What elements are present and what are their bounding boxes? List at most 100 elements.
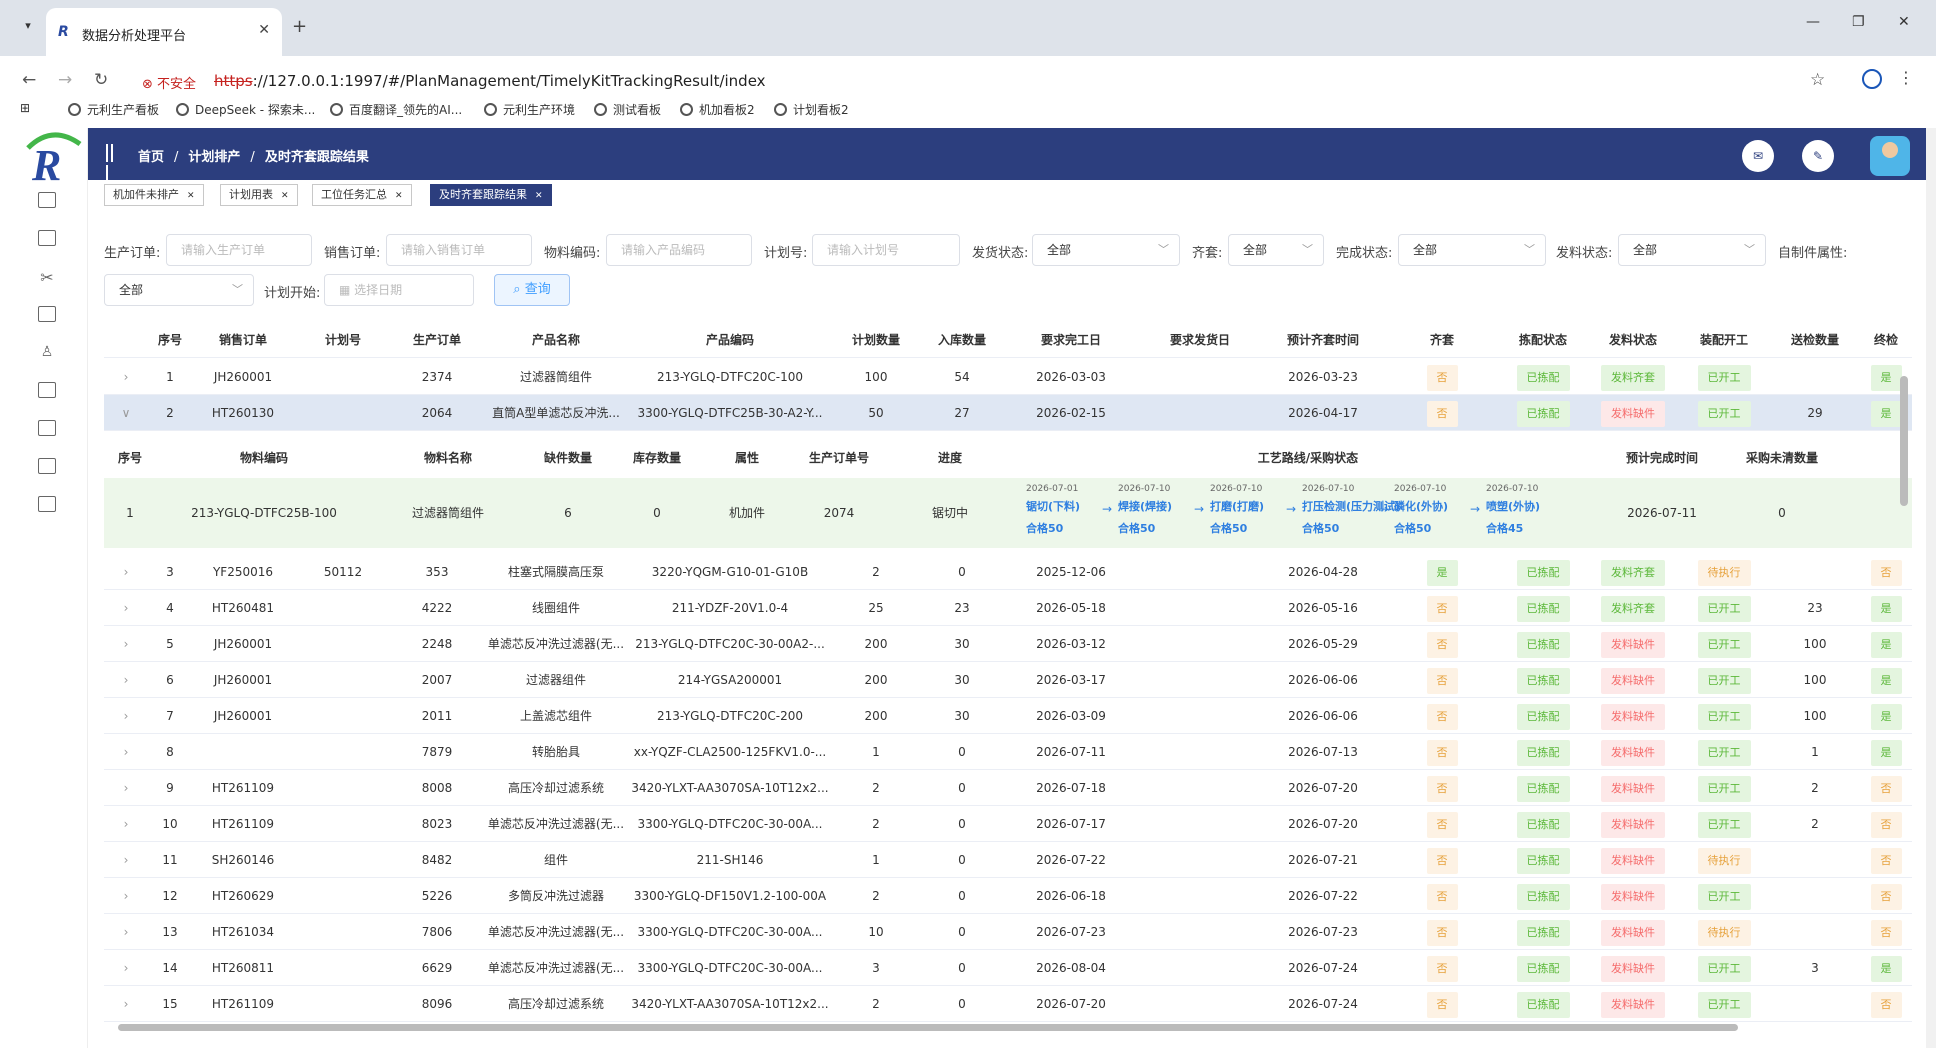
bookmark-item[interactable]: 机加看板2: [680, 101, 755, 118]
process-step[interactable]: 2026-07-10 打磨(打磨) 合格50 →: [1194, 478, 1296, 536]
expand-chevron-icon[interactable]: ∨: [104, 395, 148, 431]
table-vertical-scrollbar[interactable]: [1900, 376, 1908, 506]
bookmark-item[interactable]: 元利生产看板: [68, 101, 159, 118]
tag-item[interactable]: 工位任务汇总 ✕: [312, 184, 412, 206]
document-search-icon[interactable]: [38, 230, 56, 246]
breadcrumb-home[interactable]: 首页: [138, 150, 164, 165]
process-step[interactable]: 2026-07-01 锯切(下料) 合格50: [1026, 478, 1112, 536]
table-row[interactable]: › 12 HT260629 5226 多筒反冲洗过滤器 3300-YGLQ-DF150V1…: [104, 878, 1912, 914]
apps-grid-icon[interactable]: ⊞: [20, 101, 30, 115]
table-row[interactable]: › 1 JH260001 2374 过滤器筒组件 213-YGLQ-DTFC20C-100…: [104, 359, 1912, 395]
table-row[interactable]: › 10 HT261109 8023 单滤芯反冲洗过滤器(无... 3300-YGLQ-D…: [104, 806, 1912, 842]
not-secure-badge[interactable]: ⊗ 不安全: [142, 73, 196, 92]
bookmark-item[interactable]: 元利生产环境: [484, 101, 575, 118]
table-row[interactable]: › 15 HT261109 8096 高压冷却过滤系统 3420-YLXT-AA3070S…: [104, 986, 1912, 1022]
done-status-value: 全部: [1413, 243, 1438, 257]
minimize-icon[interactable]: —: [1806, 14, 1820, 30]
tag-item[interactable]: 计划用表 ✕: [220, 184, 298, 206]
bookmark-item[interactable]: 计划看板2: [774, 101, 849, 118]
calendar-icon[interactable]: [38, 496, 56, 512]
breadcrumb-plan[interactable]: 计划排产: [188, 150, 240, 165]
process-step[interactable]: 2026-07-10 焊接(焊接) 合格50 →: [1102, 478, 1204, 536]
detail-row[interactable]: 1 213-YGLQ-DTFC25B-100 过滤器筒组件 6 0 机加件 2074 锯切中 2…: [104, 478, 1912, 548]
table-row[interactable]: › 6 JH260001 2007 过滤器组件 214-YGSA200001 200 30 20…: [104, 662, 1912, 698]
tab-search-chevron-icon[interactable]: ▾: [16, 14, 40, 38]
plan-no-input[interactable]: 请输入计划号: [812, 234, 960, 266]
expand-chevron-icon[interactable]: ›: [104, 770, 148, 806]
edit-icon[interactable]: ✎: [1802, 140, 1834, 172]
table-row[interactable]: › 9 HT261109 8008 高压冷却过滤系统 3420-YLXT-AA3070SA…: [104, 770, 1912, 806]
done-status-select[interactable]: 全部 ﹀: [1398, 234, 1546, 266]
maximize-icon[interactable]: ❐: [1852, 14, 1865, 30]
table-row[interactable]: › 3 YF250016 50112 353 柱塞式隔膜高压泵 3220-YQGM-G10-…: [104, 554, 1912, 590]
expand-chevron-icon[interactable]: ›: [104, 878, 148, 914]
more-menu-icon[interactable]: ⋮: [1898, 68, 1914, 87]
report-icon[interactable]: [38, 420, 56, 436]
issue-status-select[interactable]: 全部 ﹀: [1618, 234, 1766, 266]
table-row[interactable]: › 5 JH260001 2248 单滤芯反冲洗过滤器(无... 213-YGLQ-DTF…: [104, 626, 1912, 662]
table-row[interactable]: ∨ 2 HT260130 2064 直筒A型单滤芯反冲洗... 3300-YGLQ-DTF…: [104, 395, 1912, 431]
process-step[interactable]: 2026-07-10 喷塑(外协) 合格45 →: [1470, 478, 1572, 536]
process-step[interactable]: 2026-07-10 打压检测(压力测试) 合格50 →: [1286, 478, 1400, 536]
bookmark-star-icon[interactable]: ☆: [1810, 70, 1825, 90]
table-row[interactable]: › 8 7879 转胎胎具 xx-YQZF-CLA2500-125FKV1.0-... 1…: [104, 734, 1912, 770]
expand-chevron-icon[interactable]: ›: [104, 698, 148, 734]
expand-chevron-icon[interactable]: ›: [104, 734, 148, 770]
profile-icon[interactable]: [1862, 69, 1882, 89]
process-step[interactable]: 2026-07-10 磷化(外协) 合格50 →: [1378, 478, 1480, 536]
mail-icon[interactable]: ✉: [1742, 140, 1774, 172]
user-avatar[interactable]: [1870, 136, 1910, 176]
svg-text:R: R: [31, 141, 61, 182]
reload-icon[interactable]: ↻: [94, 70, 108, 90]
bookmark-item[interactable]: 百度翻译_领先的AI...: [330, 101, 462, 118]
window-close-icon[interactable]: ✕: [1898, 14, 1910, 30]
table-row[interactable]: › 7 JH260001 2011 上盖滤芯组件 213-YGLQ-DTFC20C-200…: [104, 698, 1912, 734]
tag-close-icon[interactable]: ✕: [535, 191, 543, 201]
expand-chevron-icon[interactable]: ›: [104, 626, 148, 662]
query-button[interactable]: ⌕ 查询: [494, 274, 570, 306]
expand-chevron-icon[interactable]: ›: [104, 590, 148, 626]
kit-select[interactable]: 全部 ﹀: [1228, 234, 1324, 266]
tab-close-icon[interactable]: ✕: [258, 22, 270, 38]
expand-chevron-icon[interactable]: ›: [104, 842, 148, 878]
back-icon[interactable]: ←: [22, 70, 36, 90]
forward-icon[interactable]: →: [58, 70, 72, 90]
page-scrollbar[interactable]: [1926, 128, 1936, 1048]
expand-chevron-icon[interactable]: ›: [104, 914, 148, 950]
printer-icon[interactable]: [38, 382, 56, 398]
monitor-icon[interactable]: [38, 192, 56, 208]
bookmark-item[interactable]: 测试看板: [594, 101, 661, 118]
new-tab-plus-icon[interactable]: +: [292, 16, 307, 37]
url-text[interactable]: https://127.0.0.1:1997/#/PlanManagement/…: [214, 72, 766, 90]
tag-item-active[interactable]: 及时齐套跟踪结果 ✕: [430, 184, 552, 206]
tag-close-icon[interactable]: ✕: [281, 191, 289, 201]
ship-status-select[interactable]: 全部 ﹀: [1032, 234, 1180, 266]
sales-order-input[interactable]: 请输入销售订单: [386, 234, 532, 266]
self-made-select[interactable]: 全部 ﹀: [104, 274, 254, 306]
tag-close-icon[interactable]: ✕: [187, 191, 195, 201]
tag-item[interactable]: 机加件未排产 ✕: [104, 184, 204, 206]
table-row[interactable]: › 14 HT260811 6629 单滤芯反冲洗过滤器(无... 3300-YGLQ-D…: [104, 950, 1912, 986]
expand-chevron-icon[interactable]: ›: [104, 806, 148, 842]
table-row[interactable]: › 4 HT260481 4222 线圈组件 211-YDZF-20V1.0-4 25 23 2…: [104, 590, 1912, 626]
bookmark-item[interactable]: DeepSeek - 探索未...: [176, 101, 315, 118]
table-row[interactable]: › 13 HT261034 7806 单滤芯反冲洗过滤器(无... 3300-YGLQ-D…: [104, 914, 1912, 950]
material-code-input[interactable]: 请输入产品编码: [606, 234, 752, 266]
expand-chevron-icon[interactable]: ›: [104, 554, 148, 590]
expand-chevron-icon[interactable]: ›: [104, 359, 148, 395]
browser-tab[interactable]: R 数据分析处理平台 ✕: [46, 8, 282, 56]
menu-toggle-icon[interactable]: [106, 144, 120, 183]
tools-icon[interactable]: ✂: [38, 268, 56, 287]
expand-chevron-icon[interactable]: ›: [104, 986, 148, 1022]
list-icon[interactable]: [38, 306, 56, 322]
table-horizontal-scrollbar[interactable]: [104, 1022, 1890, 1032]
table-row[interactable]: › 11 SH260146 8482 组件 211-SH146 1 0 2026-07-22 20…: [104, 842, 1912, 878]
prod-order-input[interactable]: 请输入生产订单: [166, 234, 312, 266]
stamp-icon[interactable]: ♙: [38, 344, 56, 360]
tag-close-icon[interactable]: ✕: [395, 191, 403, 201]
expand-chevron-icon[interactable]: ›: [104, 950, 148, 986]
expand-chevron-icon[interactable]: ›: [104, 662, 148, 698]
screen-icon[interactable]: [38, 458, 56, 474]
scrollbar-thumb[interactable]: [118, 1024, 1738, 1031]
plan-start-date-input[interactable]: ▦ 选择日期: [324, 274, 474, 306]
